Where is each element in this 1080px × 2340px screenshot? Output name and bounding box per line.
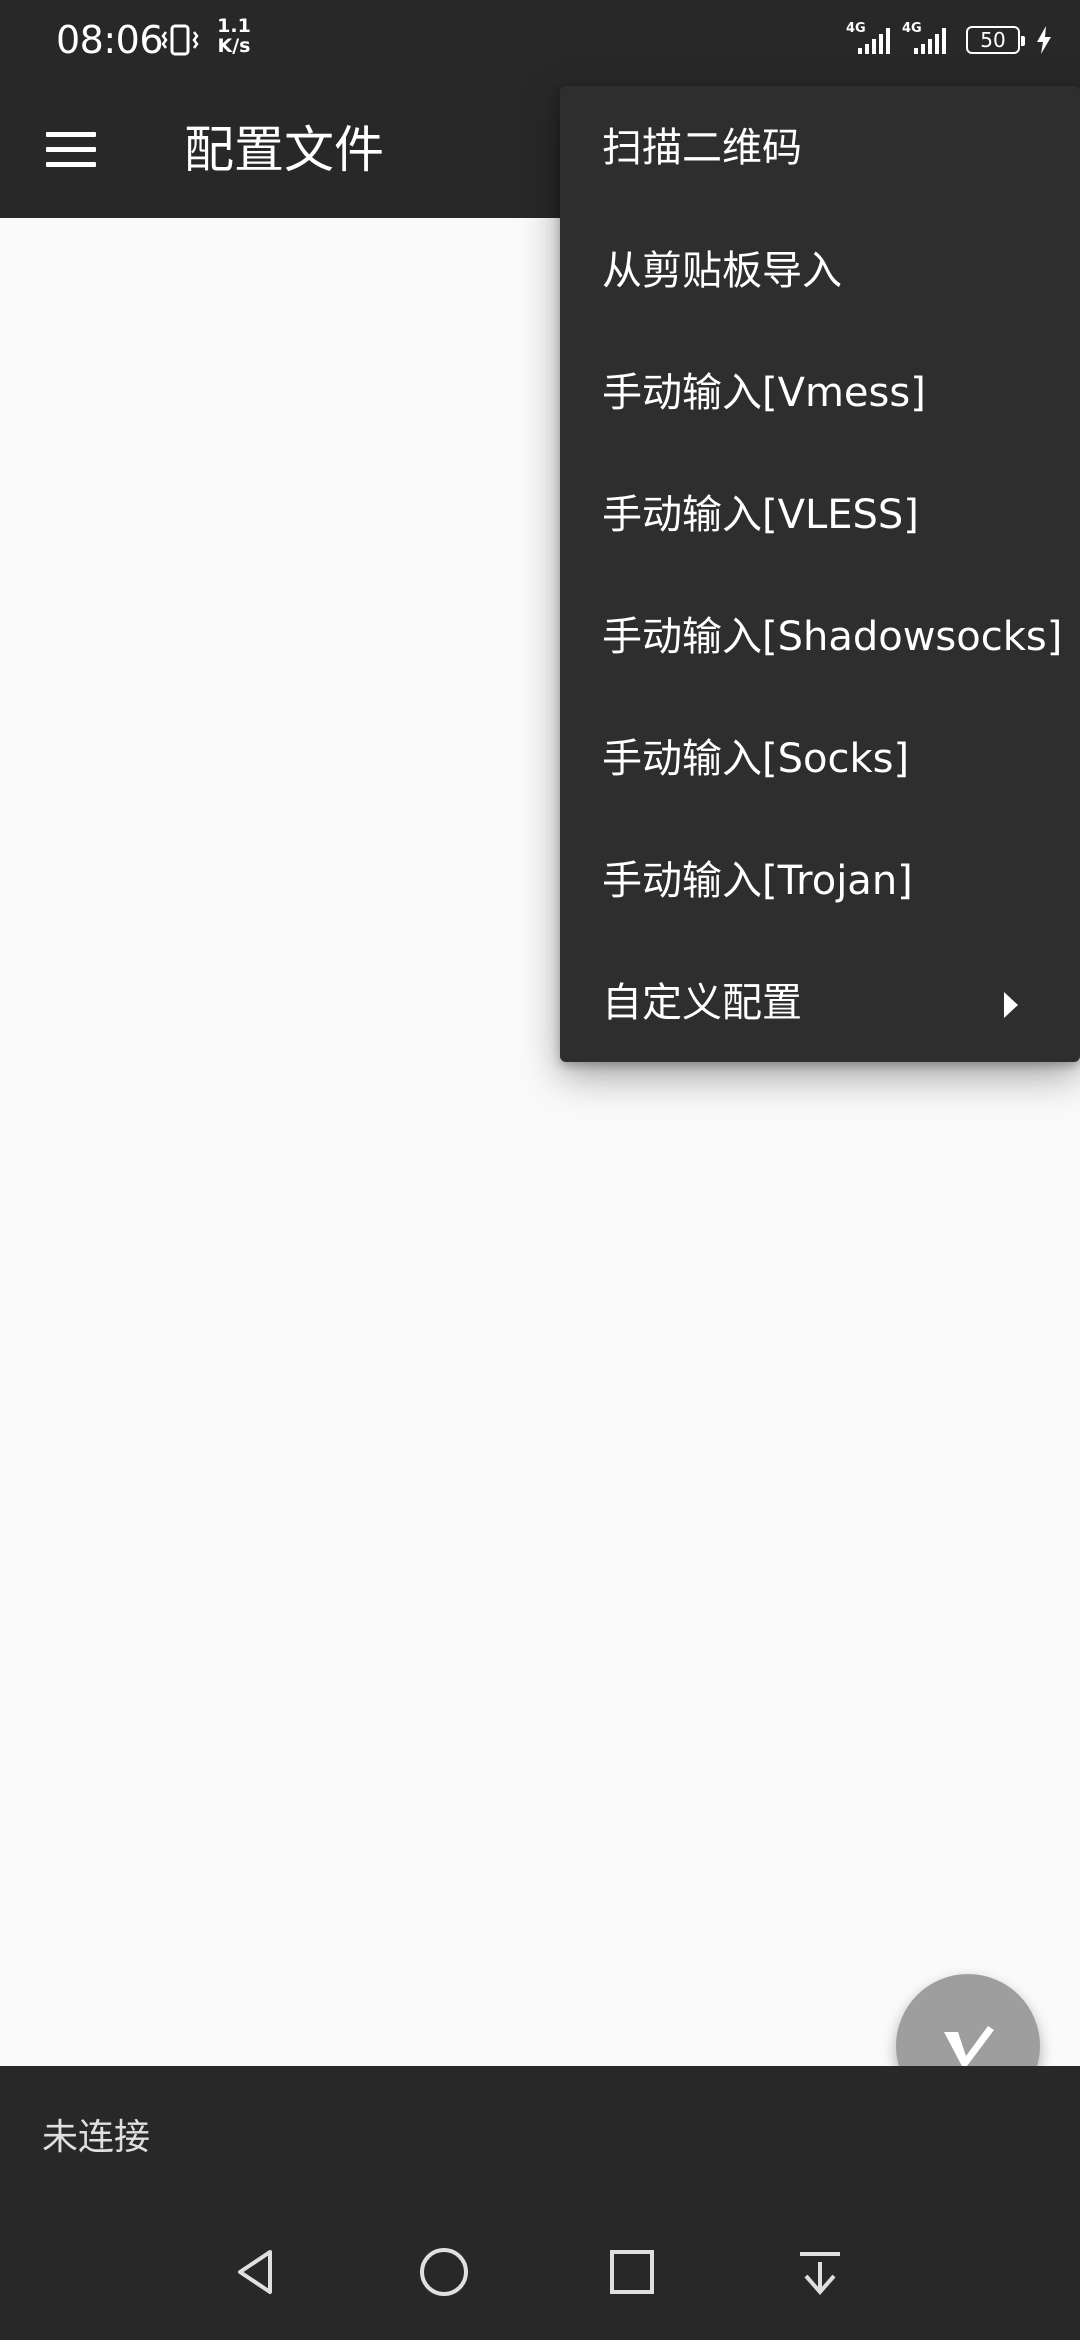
recents-icon[interactable] bbox=[596, 2236, 668, 2308]
menu-item-manual-socks[interactable]: 手动输入[Socks] bbox=[560, 698, 1080, 820]
menu-item-scan-qrcode[interactable]: 扫描二维码 bbox=[560, 86, 1080, 210]
home-icon[interactable] bbox=[408, 2236, 480, 2308]
notification-pull-icon[interactable] bbox=[784, 2236, 856, 2308]
hamburger-menu-icon[interactable] bbox=[38, 116, 104, 182]
signal-icon: 4G bbox=[846, 20, 894, 60]
connection-status-bar[interactable]: 未连接 bbox=[0, 2066, 1080, 2206]
status-time: 08:06 bbox=[56, 18, 164, 62]
vibrate-icon bbox=[161, 24, 199, 56]
page-title: 配置文件 bbox=[184, 121, 384, 179]
net-speed-unit: K/s bbox=[217, 35, 251, 57]
status-icons: 4G 4G 50 bbox=[846, 16, 1054, 64]
net-speed-value: 1.1 bbox=[217, 15, 251, 37]
back-icon[interactable] bbox=[220, 2236, 292, 2308]
status-bar: 08:06 1.1 K/s 4G 4G 50 bbox=[0, 0, 1080, 80]
menu-item-import-clipboard[interactable]: 从剪贴板导入 bbox=[560, 210, 1080, 332]
add-config-popup-menu: 扫描二维码 从剪贴板导入 手动输入[Vmess] 手动输入[VLESS] 手动输… bbox=[560, 86, 1080, 1062]
connection-status-text: 未连接 bbox=[42, 2117, 151, 2158]
navigation-bar bbox=[0, 2206, 1080, 2340]
menu-item-manual-shadowsocks[interactable]: 手动输入[Shadowsocks] bbox=[560, 576, 1080, 698]
submenu-arrow-icon bbox=[1004, 992, 1018, 1018]
menu-item-manual-vless[interactable]: 手动输入[VLESS] bbox=[560, 454, 1080, 576]
menu-item-custom-config[interactable]: 自定义配置 bbox=[560, 942, 1080, 1064]
menu-item-manual-vmess[interactable]: 手动输入[Vmess] bbox=[560, 332, 1080, 454]
menu-item-custom-config-label: 自定义配置 bbox=[602, 980, 802, 1026]
signal-icon: 4G bbox=[902, 20, 950, 60]
battery-level: 50 bbox=[980, 28, 1006, 52]
net-speed: 1.1 K/s bbox=[214, 16, 254, 56]
menu-item-manual-trojan[interactable]: 手动输入[Trojan] bbox=[560, 820, 1080, 942]
screen: 08:06 1.1 K/s 4G 4G 50 配置文件 扫描二维码 从剪贴板导入… bbox=[0, 0, 1080, 2340]
charging-bolt-icon bbox=[1037, 26, 1051, 54]
battery-icon: 50 bbox=[966, 26, 1025, 54]
